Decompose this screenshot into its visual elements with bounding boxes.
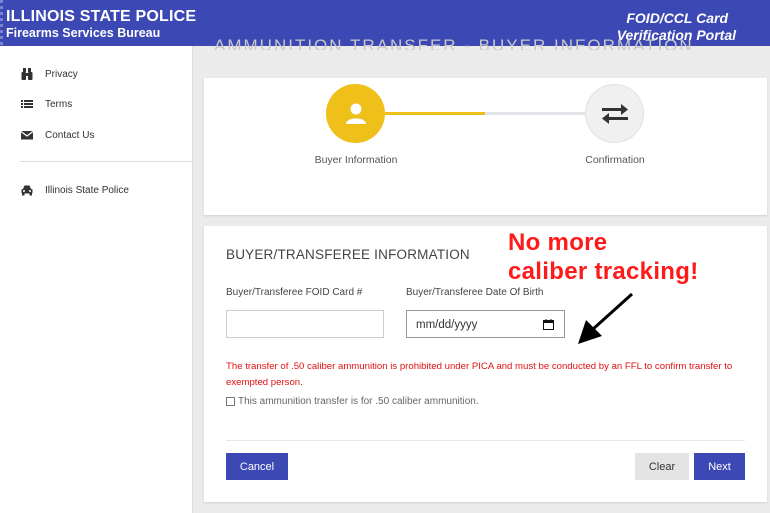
bureau-name: Firearms Services Bureau xyxy=(6,26,161,40)
sidebar-item-illinois-state-police[interactable]: Illinois State Police xyxy=(0,179,193,201)
cancel-button[interactable]: Cancel xyxy=(226,453,288,480)
next-button[interactable]: Next xyxy=(694,453,745,480)
sidebar-item-label: Terms xyxy=(45,98,73,110)
annotation-text-line2: caliber tracking! xyxy=(508,258,699,285)
sidebar-item-contact-us[interactable]: Contact Us xyxy=(0,124,193,146)
form-actions-divider xyxy=(226,440,745,441)
step-confirmation[interactable] xyxy=(585,84,644,143)
foid-card-label: Buyer/Transferee FOID Card # xyxy=(226,287,363,298)
fifty-caliber-checkbox[interactable] xyxy=(226,397,235,406)
sidebar-item-label: Privacy xyxy=(45,68,78,80)
envelope-icon xyxy=(20,131,34,140)
stepper-remaining-line xyxy=(485,112,585,115)
binoculars-icon xyxy=(21,68,33,80)
exchange-icon xyxy=(601,103,628,124)
caliber-warning-message: The transfer of .50 caliber ammunition i… xyxy=(226,361,733,388)
stepper-progress-line xyxy=(385,112,485,115)
stepper-card xyxy=(204,78,767,215)
date-of-birth-placeholder: mm/dd/yyyy xyxy=(416,319,478,331)
car-icon xyxy=(21,185,33,196)
date-of-birth-input[interactable]: mm/dd/yyyy xyxy=(406,310,565,338)
sidebar-item-privacy[interactable]: Privacy xyxy=(0,63,193,85)
step-label-buyer-information: Buyer Information xyxy=(314,154,398,166)
annotation-arrow-icon xyxy=(578,292,634,344)
date-of-birth-label: Buyer/Transferee Date Of Birth xyxy=(406,287,544,298)
clear-button[interactable]: Clear xyxy=(635,453,689,480)
page-title: AMMUNITION TRANSFER - BUYER INFORMATION xyxy=(214,36,694,50)
annotation-text-line1: No more xyxy=(508,229,608,256)
sidebar: Privacy Terms Contact Us Illinois State … xyxy=(0,46,193,513)
fifty-caliber-checkbox-label[interactable]: This ammunition transfer is for .50 cali… xyxy=(238,396,479,407)
foid-card-input[interactable] xyxy=(226,310,384,338)
calendar-icon[interactable] xyxy=(543,319,554,330)
sidebar-item-label: Contact Us xyxy=(45,129,95,141)
agency-name: ILLINOIS STATE POLICE xyxy=(6,8,197,25)
sidebar-divider xyxy=(20,161,192,162)
header-edge-strip xyxy=(0,0,3,46)
user-icon xyxy=(345,103,366,124)
portal-title-line1: FOID/CCL Card xyxy=(626,10,728,26)
list-icon xyxy=(21,100,33,108)
step-buyer-information[interactable] xyxy=(326,84,385,143)
form-title: BUYER/TRANSFEREE INFORMATION xyxy=(226,247,470,262)
sidebar-item-label: Illinois State Police xyxy=(45,184,129,196)
sidebar-item-terms[interactable]: Terms xyxy=(0,93,193,115)
step-label-confirmation: Confirmation xyxy=(585,154,645,166)
